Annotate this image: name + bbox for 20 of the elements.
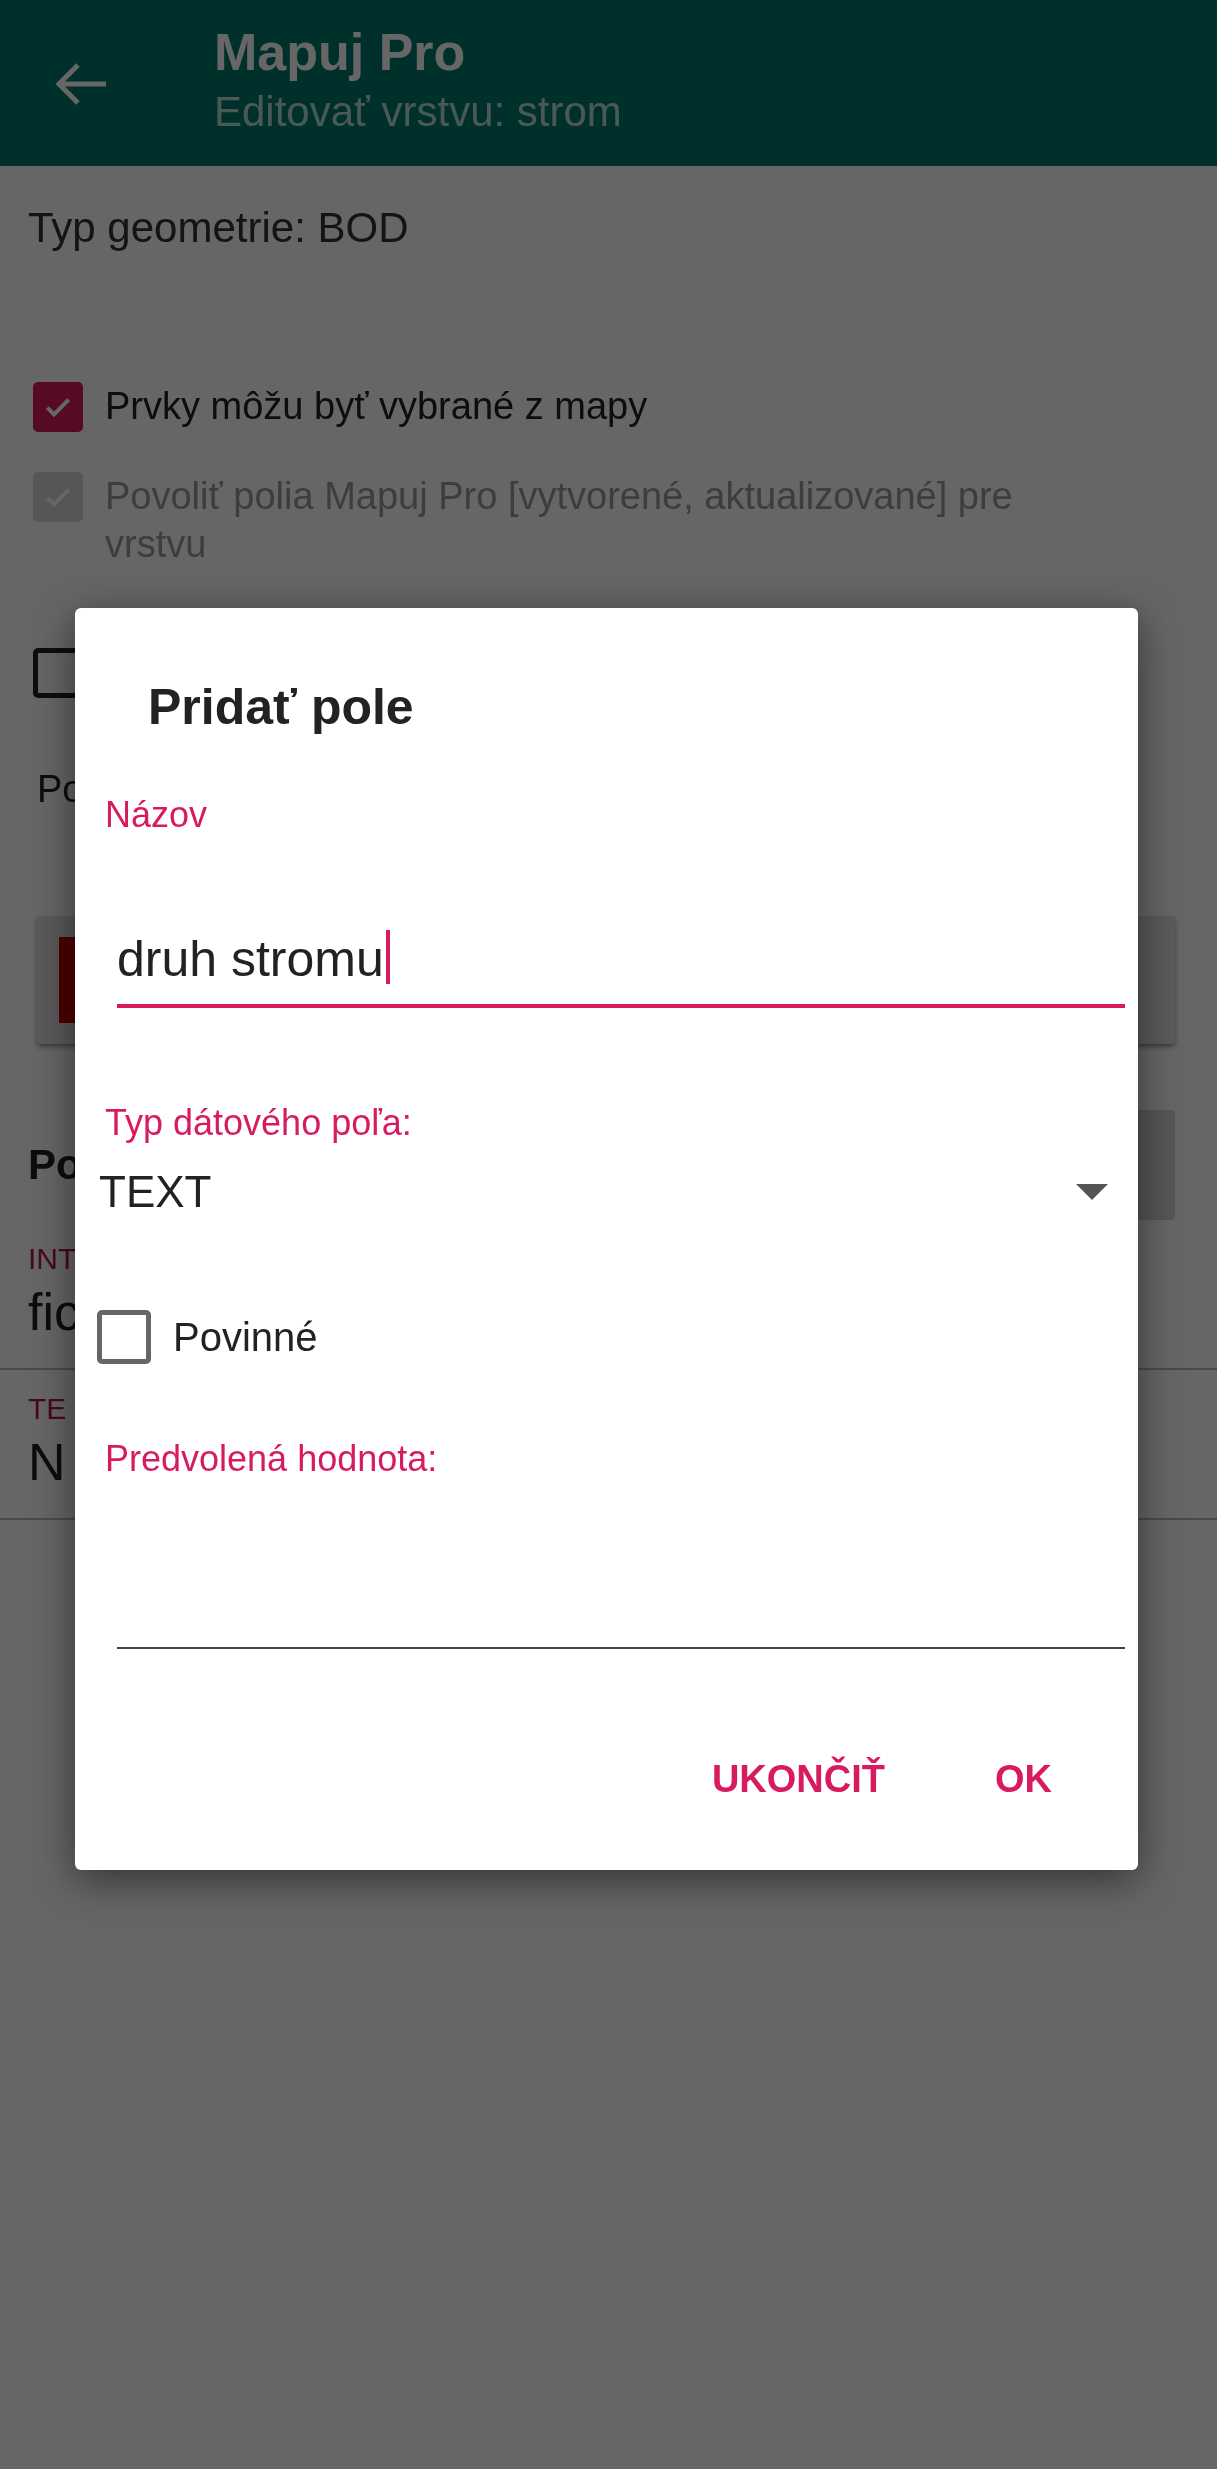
checkbox[interactable] [33, 382, 83, 432]
name-input-field[interactable]: druh stromu [117, 930, 1125, 1008]
field-label: Názov [105, 794, 208, 836]
checkbox[interactable] [97, 1310, 151, 1364]
field-label: Predvolená hodnota: [105, 1438, 438, 1480]
type-dropdown[interactable]: TEXT [99, 1162, 1108, 1222]
back-icon[interactable] [54, 62, 108, 106]
field-label: Typ dátového poľa: [105, 1102, 412, 1144]
field-type: TE [28, 1392, 67, 1426]
checkbox-label: Povinné [173, 1314, 318, 1360]
screen-subtitle: Editovať vrstvu: strom [214, 88, 622, 136]
dropdown-arrow-icon [1076, 1184, 1108, 1200]
field-type: INT [28, 1242, 77, 1276]
geometry-type-text: Typ geometrie: BOD [28, 204, 410, 252]
field-name[interactable]: N [28, 1432, 66, 1492]
checkbox-label: Prvky môžu byť vybrané z mapy [105, 384, 649, 429]
ok-button[interactable]: OK [975, 1742, 1072, 1817]
dialog-title: Pridať pole [148, 678, 414, 736]
cancel-button[interactable]: UKONČIŤ [691, 1742, 905, 1817]
app-title: Mapuj Pro [214, 22, 467, 82]
